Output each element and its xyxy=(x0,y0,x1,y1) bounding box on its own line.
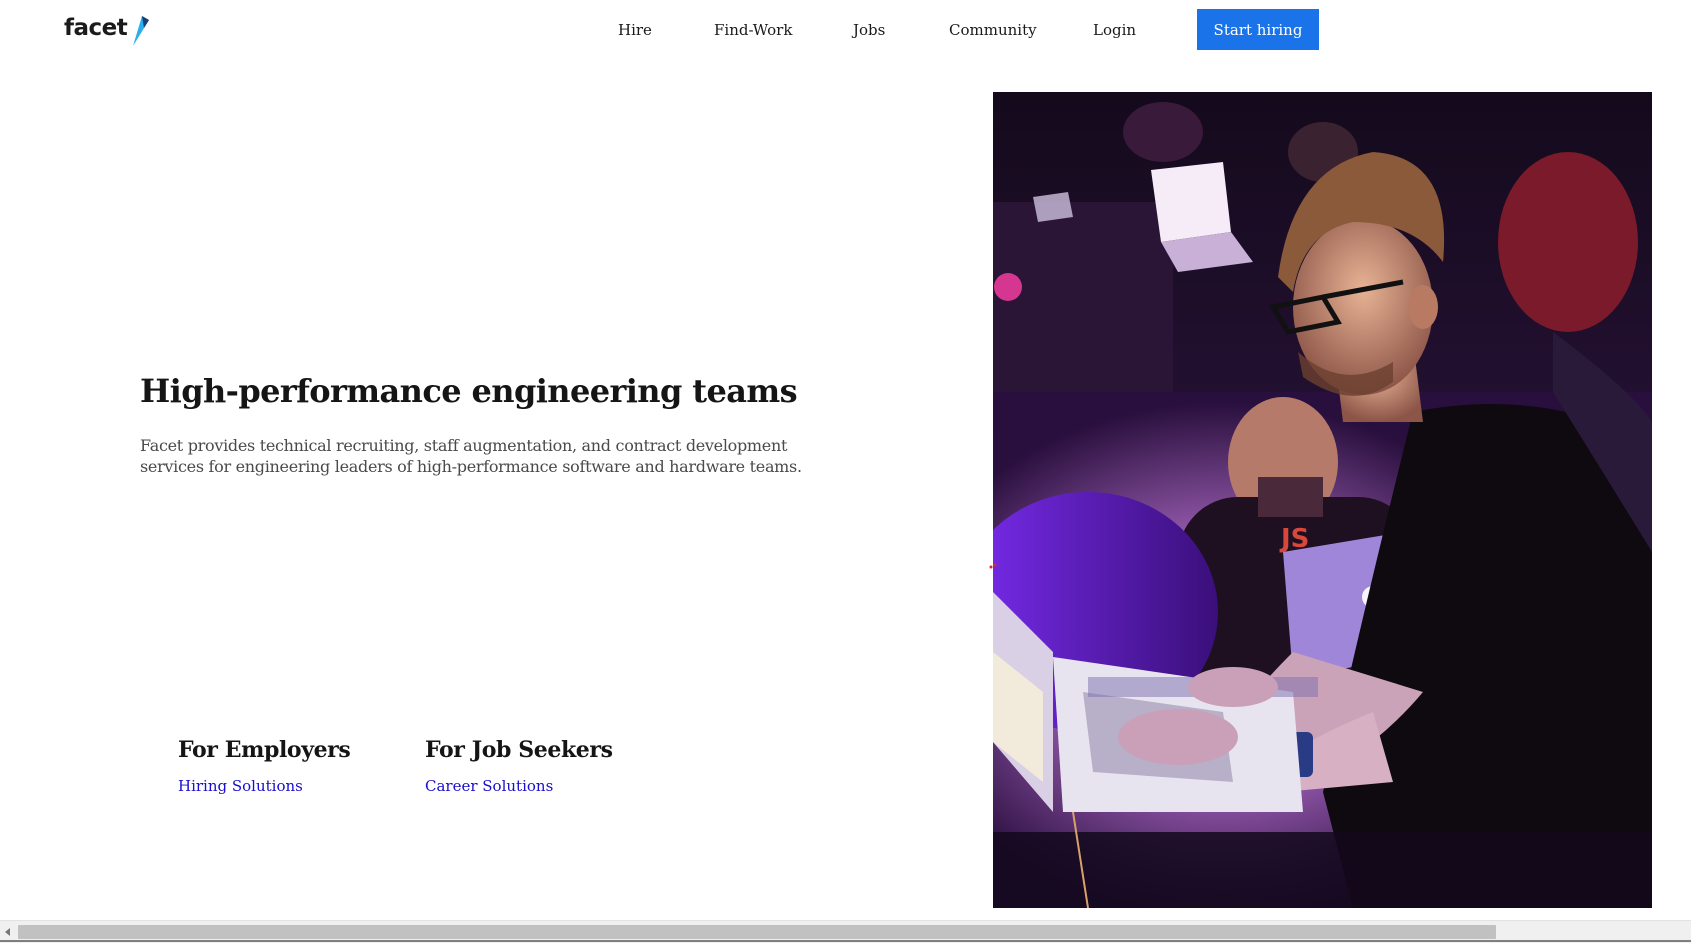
logo-link[interactable]: facet xyxy=(64,14,150,50)
cursor-dots xyxy=(989,563,997,569)
employers-column: For Employers Hiring Solutions xyxy=(178,736,351,796)
logo-text: facet xyxy=(64,15,128,41)
job-seekers-column: For Job Seekers Career Solutions xyxy=(425,736,613,796)
nav-community[interactable]: Community xyxy=(949,20,1037,40)
slash-flag-icon xyxy=(130,16,150,50)
nav-login[interactable]: Login xyxy=(1093,20,1136,40)
scroll-left-arrow-icon[interactable] xyxy=(2,926,14,938)
nav-hire[interactable]: Hire xyxy=(618,20,652,40)
scrollbar-thumb[interactable] xyxy=(18,925,1496,939)
career-solutions-link[interactable]: Career Solutions xyxy=(425,776,613,796)
hero-title: High-performance engineering teams xyxy=(140,372,798,410)
hero-photo-illustration: JS xyxy=(993,92,1652,908)
employers-heading: For Employers xyxy=(178,737,351,763)
hiring-solutions-link[interactable]: Hiring Solutions xyxy=(178,776,350,796)
job-seekers-heading: For Job Seekers xyxy=(425,737,613,763)
hero-description: Facet provides technical recruiting, sta… xyxy=(140,436,802,476)
hero-photo: JS xyxy=(993,92,1652,908)
nav-find-work[interactable]: Find-Work xyxy=(714,20,792,40)
nav-jobs[interactable]: Jobs xyxy=(853,20,885,40)
site-header: facet Hire Find-Work Jobs Community Logi… xyxy=(0,0,1691,60)
start-hiring-button[interactable]: Start hiring xyxy=(1197,9,1319,50)
